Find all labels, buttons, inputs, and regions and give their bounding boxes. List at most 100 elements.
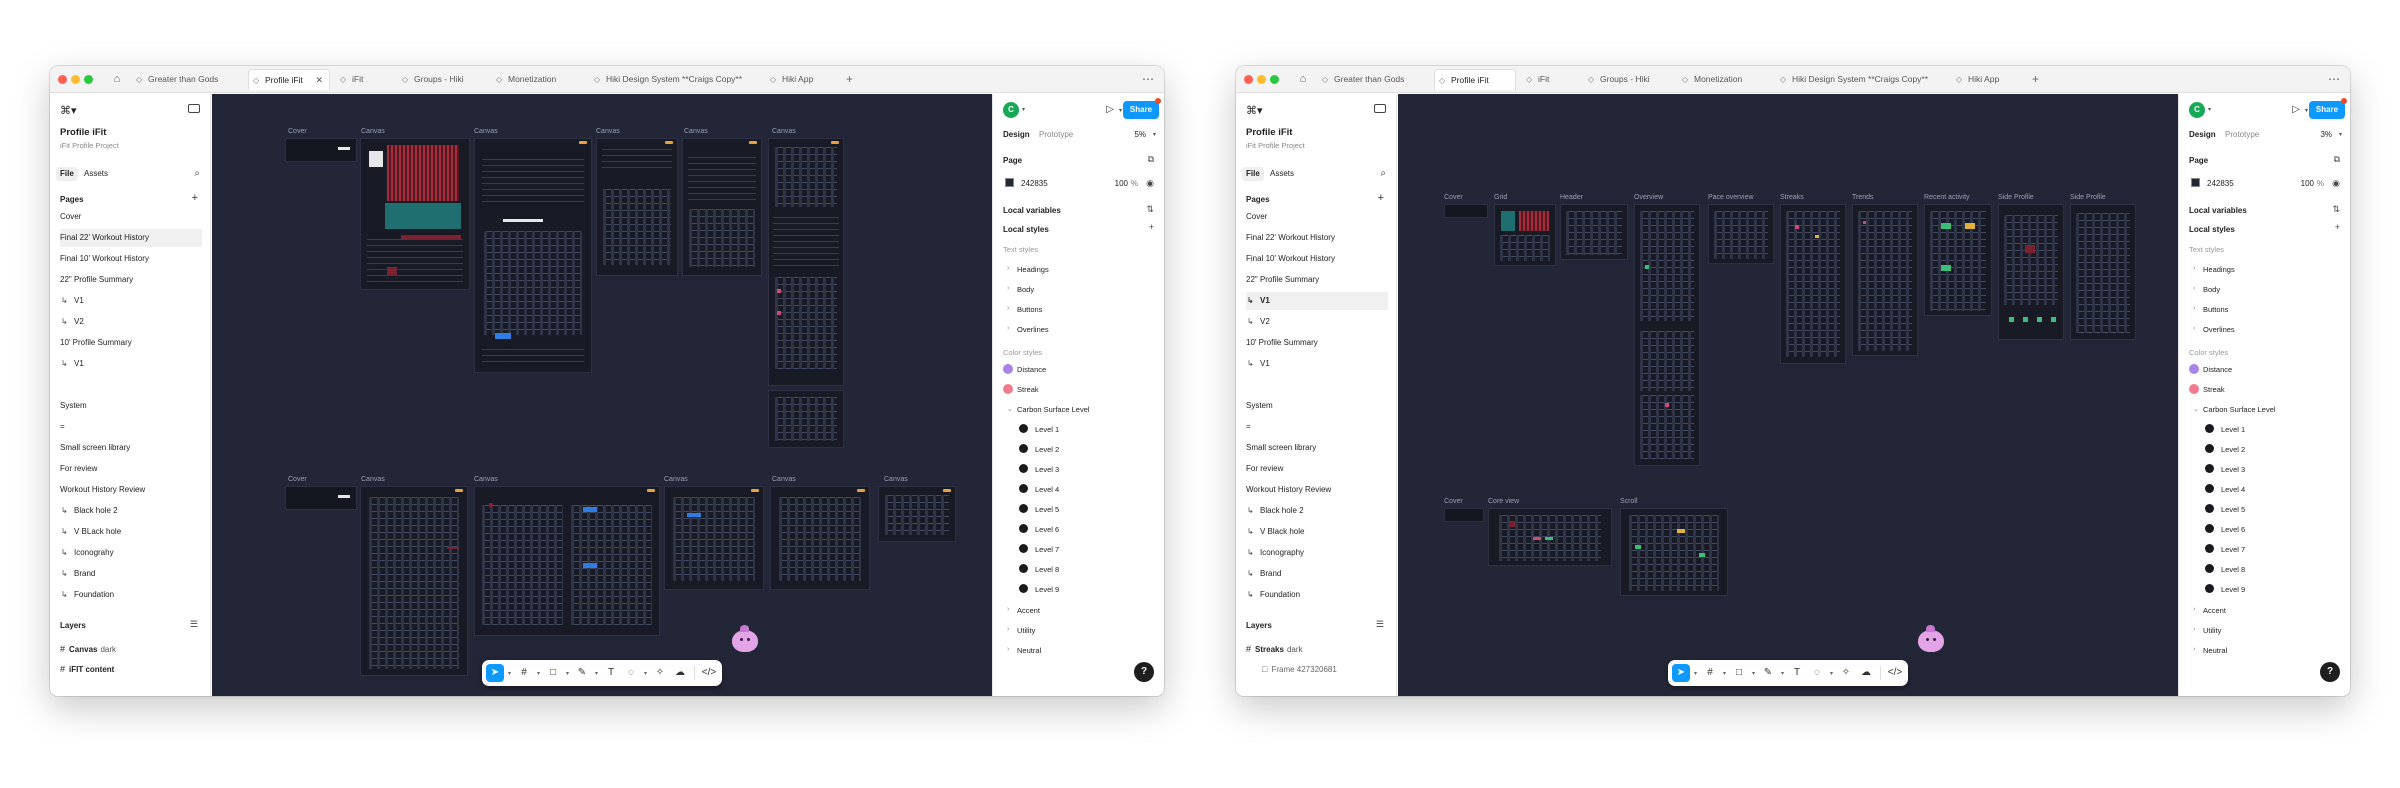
new-tab-icon[interactable]: + [846, 69, 853, 90]
page-item[interactable]: System [1246, 397, 1388, 415]
search-icon[interactable]: ⌕ [194, 168, 200, 179]
canvas-frame[interactable] [682, 138, 762, 276]
page-item[interactable]: 10' Profile Summary [60, 334, 202, 352]
color-style-level[interactable]: Level 2 [1035, 445, 1059, 454]
chevron-down-icon[interactable]: ▾ [1119, 107, 1122, 114]
chevron-down-icon[interactable]: ▾ [1779, 670, 1786, 677]
layer-item[interactable]: # Streaks dark [1246, 644, 1303, 654]
text-style-item[interactable]: › Buttons [2193, 305, 2228, 314]
text-style-item[interactable]: › Overlines [1007, 325, 1049, 334]
page-item[interactable]: Small screen library [60, 439, 202, 457]
tab-design[interactable]: Design [1003, 130, 1030, 139]
cover-frame[interactable] [1444, 204, 1488, 218]
color-style-level[interactable]: Level 2 [2221, 445, 2245, 454]
color-swatch[interactable] [1005, 178, 1014, 187]
help-button[interactable]: ? [2320, 662, 2340, 682]
actions-tool-icon[interactable]: ✧ [1837, 664, 1855, 682]
tab-greater-than-gods[interactable]: ◇ Greater than Gods [132, 69, 234, 90]
text-style-item[interactable]: › Body [2193, 285, 2220, 294]
share-button[interactable]: Share [2309, 98, 2347, 119]
chevron-down-icon[interactable]: ▾ [1721, 670, 1728, 677]
text-style-item[interactable]: › Body [1007, 285, 1034, 294]
color-style-level[interactable]: Level 9 [1035, 585, 1059, 594]
page-item[interactable]: ↳ Black hole 2 [1246, 502, 1388, 520]
color-group[interactable]: › Neutral [1007, 646, 1041, 655]
page-item[interactable]: Final 22' Workout History [1246, 229, 1388, 247]
side-profile-frame[interactable] [1998, 204, 2064, 340]
color-style-level[interactable]: Level 4 [1035, 485, 1059, 494]
new-tab-icon[interactable]: + [2032, 69, 2039, 90]
layer-item[interactable]: # iFIT content [60, 664, 114, 674]
page-item[interactable]: ↳ Foundation [1246, 586, 1388, 604]
canvas-frame[interactable] [878, 486, 956, 542]
color-group[interactable]: › Accent [1007, 606, 1040, 615]
tab-ifit[interactable]: ◇ iFit [1522, 69, 1572, 90]
page-color-row[interactable]: 242835 100 % ◉ [993, 178, 1164, 190]
tab-hiki-app[interactable]: ◇ Hiki App [766, 69, 832, 90]
tab-monetization[interactable]: ◇ Monetization [1678, 69, 1758, 90]
canvas-area[interactable]: Cover Grid Header Overview Pace overview… [1398, 94, 2178, 696]
chevron-down-icon[interactable]: ▾ [1828, 670, 1835, 677]
chevron-down-icon[interactable]: ▾ [535, 670, 542, 677]
color-style-level[interactable]: Level 4 [2221, 485, 2245, 494]
header-frame[interactable] [1560, 204, 1628, 260]
page-item[interactable]: 10' Profile Summary [1246, 334, 1388, 352]
page-item[interactable]: Final 10' Workout History [1246, 250, 1388, 268]
page-item[interactable]: Cover [60, 208, 202, 226]
color-style-level[interactable]: Level 9 [2221, 585, 2245, 594]
grid-frame[interactable] [1494, 204, 1556, 266]
avatar[interactable]: C [2189, 102, 2205, 118]
cover-frame[interactable] [285, 486, 357, 510]
canvas-frame[interactable] [360, 486, 468, 676]
chevron-down-icon[interactable]: ▾ [1750, 670, 1757, 677]
color-style-level[interactable]: Level 6 [1035, 525, 1059, 534]
tab-file[interactable]: File [1242, 167, 1264, 181]
comment-tool-icon[interactable]: ◌ [1808, 664, 1826, 682]
page-item[interactable]: 22" Profile Summary [60, 271, 202, 289]
streaks-frame[interactable] [1780, 204, 1846, 364]
close-window-button[interactable] [1244, 75, 1253, 84]
chevron-down-icon[interactable]: ▾ [2208, 106, 2211, 113]
color-group[interactable]: › Accent [2193, 606, 2226, 615]
page-item[interactable]: System [60, 397, 202, 415]
color-style-level[interactable]: Level 6 [2221, 525, 2245, 534]
add-page-icon[interactable]: + [192, 192, 198, 204]
page-item[interactable]: ↳ V1 [60, 292, 202, 310]
page-item[interactable]: ↳ Brand [1246, 565, 1388, 583]
present-icon[interactable]: ▷ [2292, 104, 2300, 115]
page-item[interactable]: Final 10' Workout History [60, 250, 202, 268]
color-style-level[interactable]: Level 7 [2221, 545, 2245, 554]
layers-list-icon[interactable]: ☰ [190, 619, 198, 630]
page-item[interactable]: = [1246, 418, 1388, 436]
rectangle-tool-icon[interactable]: □ [1730, 664, 1748, 682]
canvas-frame[interactable] [768, 390, 844, 448]
minimize-window-button[interactable] [71, 75, 80, 84]
actions-tool-icon[interactable]: ✧ [651, 664, 669, 682]
more-icon[interactable]: ⋯ [2328, 69, 2340, 90]
page-item[interactable]: ↳ Iconography [1246, 544, 1388, 562]
tab-hiki-design-system[interactable]: ◇ Hiki Design System **Craigs Copy** [590, 69, 760, 90]
page-item[interactable]: ↳ Foundation [60, 586, 202, 604]
pen-tool-icon[interactable]: ✎ [573, 664, 591, 682]
help-button[interactable]: ? [1134, 662, 1154, 682]
text-tool-icon[interactable]: T [1788, 664, 1806, 682]
tab-greater-than-gods[interactable]: ◇ Greater than Gods [1318, 69, 1420, 90]
color-style-level[interactable]: Level 8 [1035, 565, 1059, 574]
rectangle-tool-icon[interactable]: □ [544, 664, 562, 682]
sidebar-toggle-icon[interactable] [188, 104, 200, 113]
color-group[interactable]: ⌄ Carbon Surface Level [2193, 405, 2276, 414]
text-style-item[interactable]: › Buttons [1007, 305, 1042, 314]
page-opacity[interactable]: 100 [1115, 179, 1128, 188]
page-item-selected[interactable]: Final 22' Workout History [60, 229, 202, 247]
color-style-level[interactable]: Level 1 [2221, 425, 2245, 434]
page-color-hex[interactable]: 242835 [2207, 179, 2234, 188]
page-item[interactable]: ↳ V Black hole [1246, 523, 1388, 541]
search-icon[interactable]: ⌕ [1380, 168, 1386, 179]
dev-mode-icon[interactable]: </> [1886, 664, 1904, 682]
text-style-item[interactable]: › Overlines [2193, 325, 2235, 334]
canvas-frame[interactable] [360, 138, 470, 290]
color-group[interactable]: ⌄ Carbon Surface Level [1007, 405, 1090, 414]
zoom-level[interactable]: 3% [2320, 130, 2332, 139]
plugin-tool-icon[interactable]: ☁ [1857, 664, 1875, 682]
more-icon[interactable]: ⋯ [1142, 69, 1154, 90]
